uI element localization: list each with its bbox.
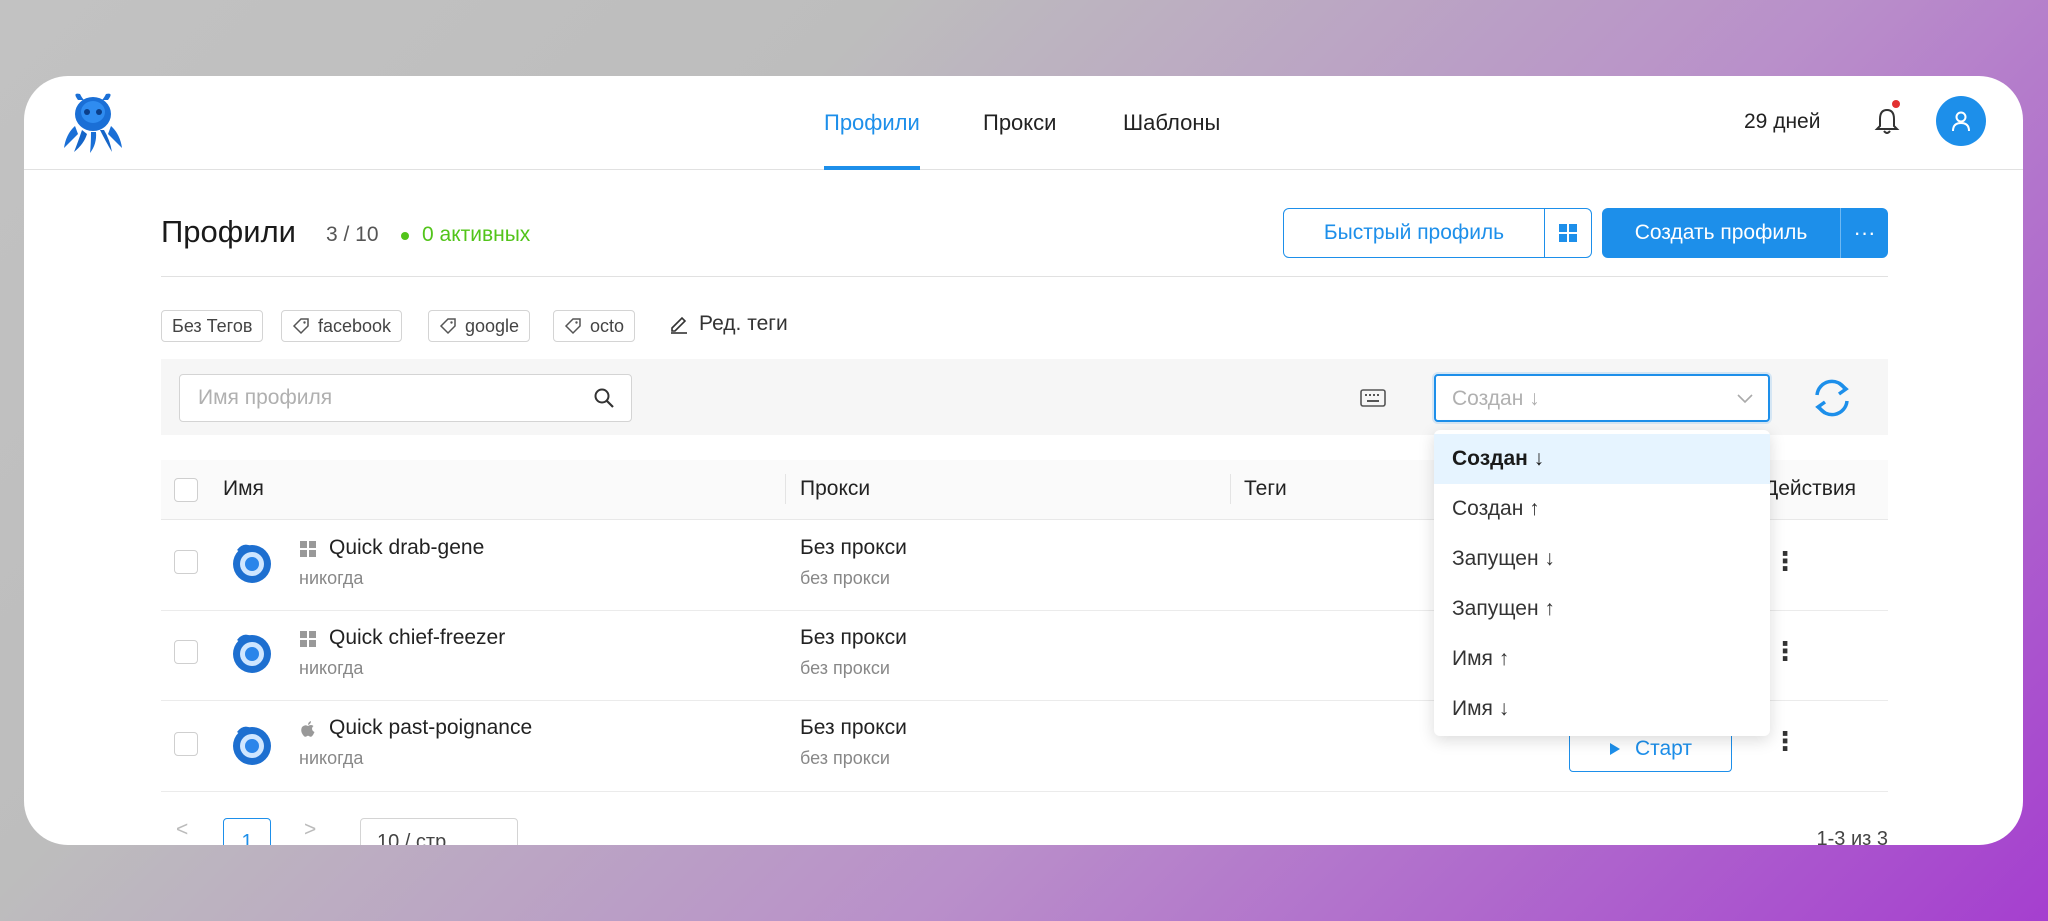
refresh-button[interactable] [1808, 374, 1856, 422]
pagination-range: 1-3 из 3 [1816, 828, 1888, 845]
tag-filter-google[interactable]: google [428, 310, 531, 342]
column-header-name[interactable]: Имя [223, 477, 264, 501]
column-header-actions: Действия [1764, 477, 1857, 500]
edit-pencil-icon [671, 316, 687, 334]
tag-filter-octo[interactable]: octo [553, 310, 636, 342]
octo-browser-icon [233, 544, 271, 583]
profile-count: 3 / 10 [326, 223, 379, 246]
chevron-down-icon [1737, 394, 1753, 404]
refresh-icon [1815, 379, 1849, 417]
sort-select[interactable]: Создан ↓ [1434, 374, 1770, 422]
tag-filter-facebook[interactable]: facebook [281, 310, 403, 342]
column-header-tags[interactable]: Теги [1244, 477, 1287, 501]
windows-icon [300, 631, 316, 647]
profile-proxy: Без прокси [800, 536, 907, 559]
octopus-logo-icon[interactable] [60, 90, 126, 154]
sort-option-created-desc[interactable]: Создан ↓ [1434, 434, 1770, 484]
os-select-button[interactable] [1544, 208, 1592, 258]
subscription-days-left[interactable]: 29 дней [1744, 110, 1820, 134]
active-profiles-count: 0 активных [422, 223, 531, 246]
active-tab-indicator [824, 166, 920, 170]
edit-tags-label: Ред. теги [699, 312, 788, 335]
windows-icon [1559, 224, 1577, 242]
keyboard-icon[interactable] [1360, 388, 1386, 408]
tag-label: octo [590, 315, 625, 336]
profile-proxy-detail: без прокси [800, 658, 890, 678]
more-options-button[interactable]: ··· [1840, 208, 1888, 258]
sort-dropdown-menu: Создан ↓ Создан ↑ Запущен ↓ Запущен ↑ Им… [1434, 430, 1770, 736]
tag-label: facebook [318, 315, 392, 336]
tab-proxies[interactable]: Прокси [983, 110, 1056, 136]
start-label: Старт [1634, 737, 1693, 760]
pagination-page-1[interactable]: 1 [223, 818, 271, 845]
tag-label: Без Тегов [172, 315, 253, 336]
page-size-select[interactable]: 10 / стр. [360, 818, 518, 845]
pagination-prev-button[interactable]: < [176, 818, 188, 842]
row-actions-menu-icon[interactable]: ⋮ [1772, 726, 1798, 757]
bell-icon[interactable] [1874, 106, 1900, 136]
header-divider [161, 276, 1888, 277]
sort-option-launched-asc[interactable]: Запущен ↑ [1434, 584, 1770, 634]
user-avatar[interactable] [1936, 96, 1986, 146]
row-actions-menu-icon[interactable]: ⋮ [1772, 636, 1798, 667]
select-all-checkbox[interactable] [174, 478, 198, 502]
profile-name[interactable]: Quick drab-gene [329, 536, 484, 560]
profile-proxy-detail: без прокси [800, 748, 890, 768]
user-icon [1952, 111, 1970, 132]
profile-proxy: Без прокси [800, 626, 907, 649]
search-input[interactable] [198, 375, 578, 421]
profile-proxy: Без прокси [800, 716, 907, 739]
page-title: Профили [161, 214, 296, 249]
tag-icon [564, 318, 581, 335]
row-checkbox[interactable] [174, 732, 198, 756]
column-separator [1230, 474, 1231, 504]
octo-browser-icon [233, 726, 271, 765]
profile-name[interactable]: Quick past-poignance [329, 716, 532, 740]
profile-last-run: никогда [299, 568, 364, 588]
edit-tags-button[interactable]: Ред. теги [669, 312, 788, 336]
play-icon [1609, 743, 1620, 755]
sort-select-value: Создан ↓ [1452, 387, 1540, 410]
column-separator [785, 474, 786, 504]
column-header-proxy[interactable]: Прокси [800, 477, 870, 501]
sort-option-name-desc[interactable]: Имя ↓ [1434, 684, 1770, 734]
tab-profiles[interactable]: Профили [824, 110, 920, 136]
tag-icon [439, 318, 456, 335]
profile-last-run: никогда [299, 748, 364, 768]
sort-option-created-asc[interactable]: Создан ↑ [1434, 484, 1770, 534]
quick-profile-button[interactable]: Быстрый профиль [1283, 208, 1545, 258]
profile-proxy-detail: без прокси [800, 568, 890, 588]
tag-icon [292, 318, 309, 335]
search-icon[interactable] [593, 387, 615, 409]
apple-icon [301, 721, 315, 737]
row-actions-menu-icon[interactable]: ⋮ [1772, 546, 1798, 577]
notification-dot [1892, 100, 1900, 108]
sort-option-launched-desc[interactable]: Запущен ↓ [1434, 534, 1770, 584]
profile-last-run: никогда [299, 658, 364, 678]
active-status-dot [401, 232, 409, 240]
octo-browser-icon [233, 634, 271, 673]
tag-filter-no-tags[interactable]: Без Тегов [161, 310, 264, 342]
windows-icon [300, 541, 316, 557]
profile-name[interactable]: Quick chief-freezer [329, 626, 505, 650]
tab-templates[interactable]: Шаблоны [1123, 110, 1220, 136]
row-checkbox[interactable] [174, 550, 198, 574]
create-profile-button[interactable]: Создать профиль [1602, 208, 1840, 258]
search-box [179, 374, 632, 422]
row-divider [161, 791, 1888, 792]
tag-label: google [465, 315, 520, 336]
app-window: Профили Прокси Шаблоны 29 дней Профили 3… [24, 76, 2023, 845]
pagination-next-button[interactable]: > [304, 818, 316, 842]
row-checkbox[interactable] [174, 640, 198, 664]
top-bar: Профили Прокси Шаблоны 29 дней [24, 76, 2023, 170]
sort-option-name-asc[interactable]: Имя ↑ [1434, 634, 1770, 684]
